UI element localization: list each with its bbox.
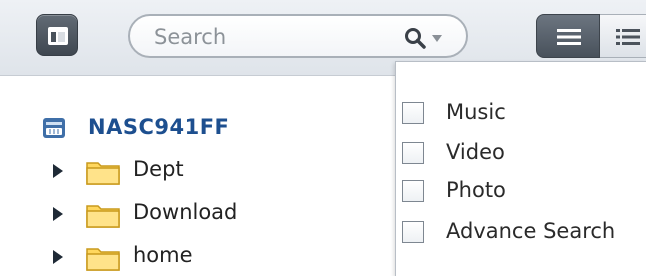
- search-input[interactable]: [154, 23, 394, 51]
- search-options-menu: Music Video Photo Advance Search: [395, 61, 646, 276]
- folder-icon: [86, 162, 120, 185]
- panel-toggle-button[interactable]: [36, 14, 78, 56]
- music-checkbox[interactable]: [402, 102, 424, 124]
- tree-item-label: Download: [133, 200, 238, 224]
- menu-item-label: Video: [446, 140, 505, 164]
- video-checkbox[interactable]: [402, 142, 424, 164]
- tree-item-label: home: [133, 243, 193, 267]
- chevron-down-icon[interactable]: [432, 35, 442, 43]
- panel-layout-icon: [48, 27, 68, 45]
- tree-item-label: Dept: [133, 157, 184, 181]
- menu-item-label: Advance Search: [446, 219, 616, 243]
- search-icon[interactable]: [404, 27, 426, 49]
- menu-item-music[interactable]: Music: [400, 100, 646, 130]
- menu-item-advance-search[interactable]: Advance Search: [400, 219, 646, 249]
- expand-arrow-icon[interactable]: [52, 250, 64, 264]
- advance-search-checkbox[interactable]: [402, 221, 424, 243]
- folder-tree: NASC941FF Dept Download home: [0, 77, 400, 276]
- nas-server-icon: [43, 118, 65, 138]
- folder-icon: [86, 248, 120, 271]
- detail-view-button[interactable]: [600, 14, 646, 58]
- menu-item-photo[interactable]: Photo: [400, 178, 646, 208]
- menu-item-label: Photo: [446, 178, 506, 202]
- menu-item-video[interactable]: Video: [400, 140, 646, 170]
- tree-root-label: NASC941FF: [88, 115, 230, 139]
- expand-arrow-icon[interactable]: [52, 207, 64, 221]
- folder-icon: [86, 205, 120, 228]
- list-view-button[interactable]: [536, 14, 600, 58]
- search-box: [128, 14, 468, 58]
- menu-item-label: Music: [446, 100, 506, 124]
- expand-arrow-icon[interactable]: [52, 164, 64, 178]
- list-view-icon: [557, 29, 581, 45]
- detail-list-icon: [616, 29, 640, 45]
- photo-checkbox[interactable]: [402, 180, 424, 202]
